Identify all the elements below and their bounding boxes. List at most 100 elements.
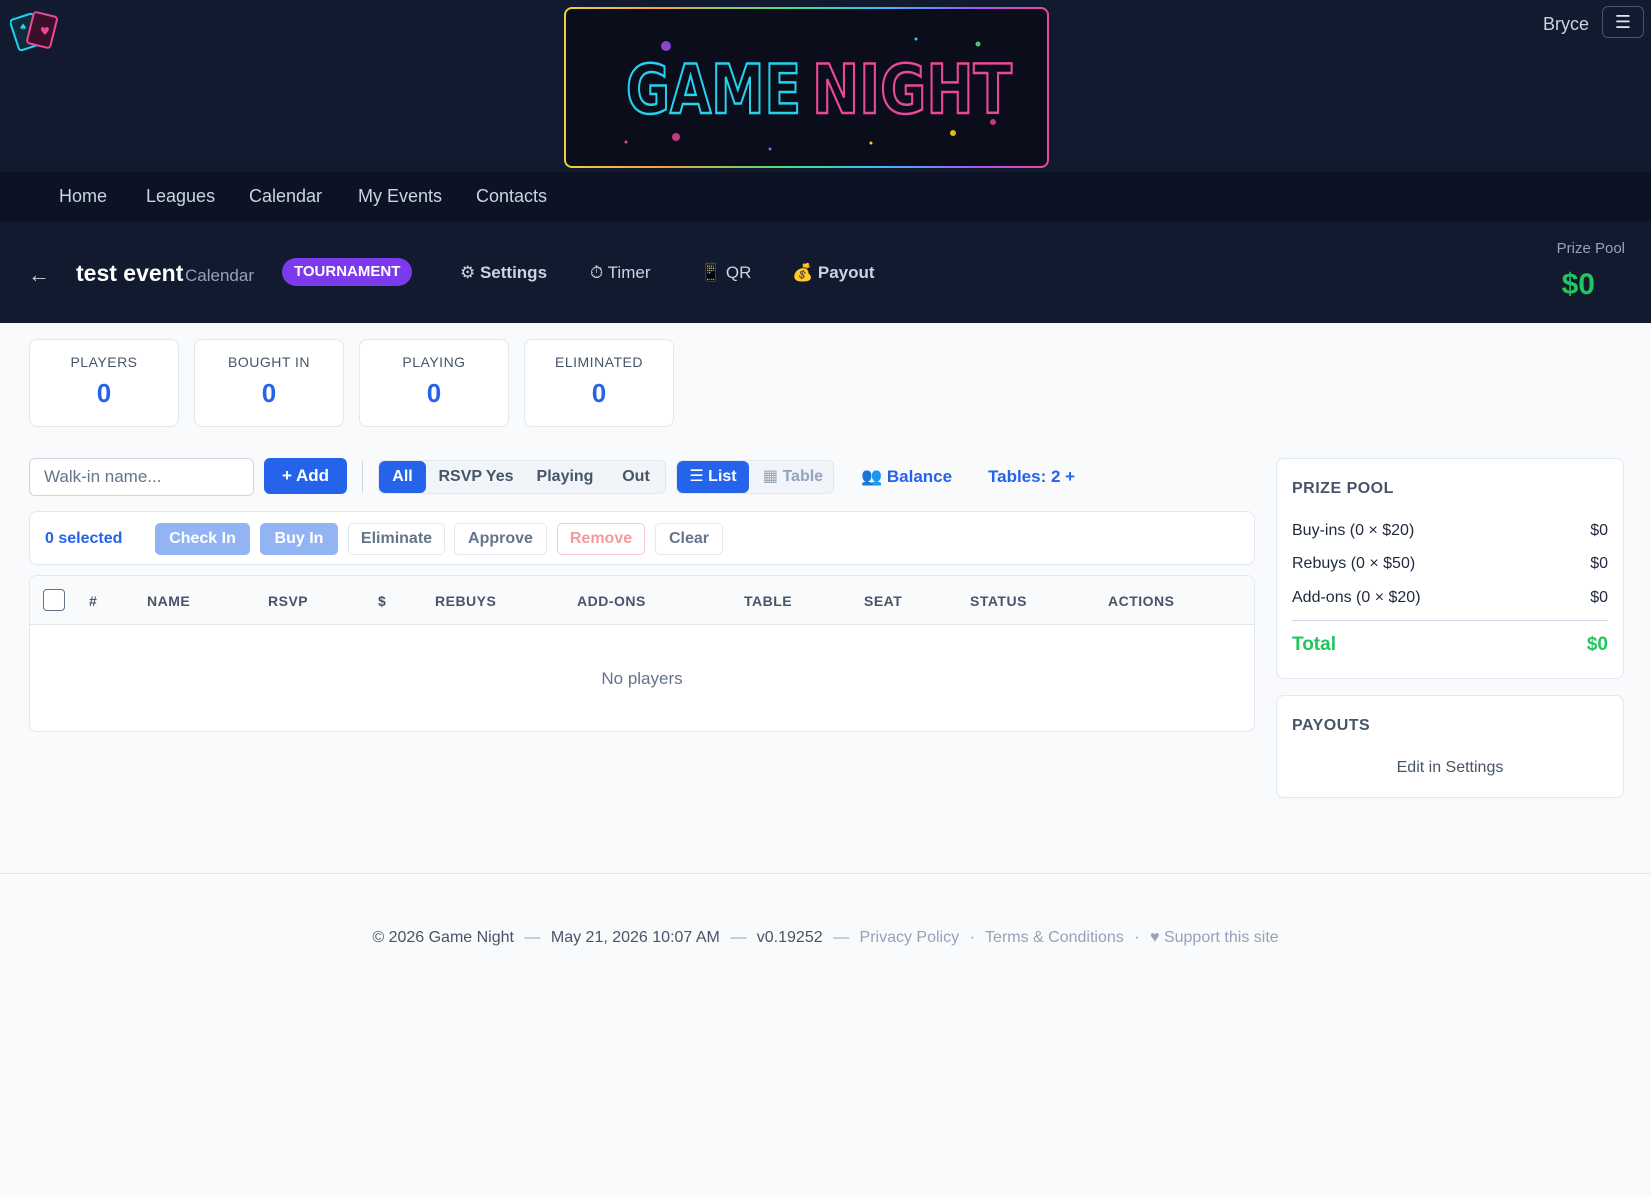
filter-group: All RSVP Yes Playing Out <box>378 460 666 494</box>
row-label: Add-ons (0 × $20) <box>1292 589 1421 606</box>
timer-button[interactable]: ⏱ Timer <box>590 263 650 283</box>
nav-my-events[interactable]: My Events <box>358 186 442 207</box>
table-header: # NAME RSVP $ REBUYS ADD-ONS TABLE SEAT … <box>30 576 1254 625</box>
stat-eliminated: ELIMINATED 0 <box>524 339 674 427</box>
prize-pool-value: $0 <box>1561 268 1595 301</box>
prize-pool-title: PRIZE POOL <box>1292 480 1394 497</box>
filter-rsvp-yes[interactable]: RSVP Yes <box>432 461 520 493</box>
row-amount: $0 <box>1590 555 1608 572</box>
rebuys-row: Rebuys (0 × $50) $0 <box>1292 555 1608 573</box>
stat-value: 0 <box>96 378 112 408</box>
payout-button[interactable]: 💰 Payout <box>792 263 875 283</box>
back-arrow-icon[interactable]: ← <box>28 262 50 288</box>
nav-leagues[interactable]: Leagues <box>146 186 215 207</box>
filter-playing[interactable]: Playing <box>525 461 605 493</box>
svg-text:♥: ♥ <box>40 25 50 38</box>
col-number[interactable]: # <box>89 593 97 609</box>
total-row: Total $0 <box>1292 634 1608 656</box>
row-label: Buy-ins (0 × $20) <box>1292 522 1415 539</box>
terms-link[interactable]: Terms & Conditions <box>985 929 1124 946</box>
col-actions: ACTIONS <box>1108 593 1175 609</box>
nav-contacts[interactable]: Contacts <box>476 186 547 207</box>
stat-label: PLAYERS <box>70 354 138 370</box>
col-status[interactable]: STATUS <box>970 593 1027 609</box>
filter-out[interactable]: Out <box>610 461 662 493</box>
footer-separator: — <box>833 929 850 946</box>
view-table-button[interactable]: ▦ Table <box>755 461 831 493</box>
selected-count: 0 selected <box>45 530 123 547</box>
hamburger-menu-icon[interactable]: ☰ <box>1602 6 1644 38</box>
footer-divider <box>0 873 1651 874</box>
divider <box>1292 620 1608 621</box>
settings-button[interactable]: ⚙ Settings <box>460 263 547 283</box>
row-amount: $0 <box>1590 522 1608 539</box>
playing-cards-icon[interactable]: ♥ ♠ <box>9 8 62 54</box>
privacy-policy-link[interactable]: Privacy Policy <box>860 929 960 946</box>
footer: © 2026 Game Night — May 21, 2026 10:07 A… <box>0 929 1651 947</box>
footer-separator: — <box>730 929 747 946</box>
stat-value: 0 <box>426 378 442 408</box>
prize-pool-card: PRIZE POOL Buy-ins (0 × $20) $0 Rebuys (… <box>1276 458 1624 679</box>
footer-dot: · <box>969 929 975 946</box>
event-title: test event <box>76 260 184 286</box>
view-list-button[interactable]: ☰ List <box>677 461 749 493</box>
support-link[interactable]: ♥ Support this site <box>1150 929 1279 946</box>
view-toggle: ☰ List ▦ Table <box>676 460 834 494</box>
payouts-title: PAYOUTS <box>1292 717 1371 734</box>
stat-label: PLAYING <box>402 354 466 370</box>
footer-datetime: May 21, 2026 10:07 AM <box>550 929 720 946</box>
col-rebuys[interactable]: REBUYS <box>435 593 496 609</box>
user-name[interactable]: Bryce <box>1543 14 1589 35</box>
stat-value: 0 <box>261 378 277 408</box>
svg-text:♠: ♠ <box>19 23 27 33</box>
stat-players: PLAYERS 0 <box>29 339 179 427</box>
qr-button[interactable]: 📱 QR <box>700 263 751 283</box>
players-table: # NAME RSVP $ REBUYS ADD-ONS TABLE SEAT … <box>29 575 1255 732</box>
footer-separator: — <box>524 929 541 946</box>
tournament-badge: TOURNAMENT <box>282 258 413 286</box>
event-header: ← test event Calendar TOURNAMENT ⚙ Setti… <box>0 222 1651 323</box>
walk-in-name-input[interactable] <box>29 458 254 496</box>
buy-ins-row: Buy-ins (0 × $20) $0 <box>1292 522 1608 540</box>
event-subtitle[interactable]: Calendar <box>185 266 254 286</box>
col-add-ons[interactable]: ADD-ONS <box>577 593 646 609</box>
col-seat[interactable]: SEAT <box>864 593 902 609</box>
col-name[interactable]: NAME <box>147 593 190 609</box>
balance-button[interactable]: 👥 Balance <box>861 467 952 487</box>
empty-state-text: No players <box>601 669 683 688</box>
filter-all[interactable]: All <box>379 461 426 493</box>
approve-button[interactable]: Approve <box>454 523 547 555</box>
total-label: Total <box>1292 634 1336 655</box>
footer-version: v0.19252 <box>756 929 823 946</box>
nav-home[interactable]: Home <box>59 186 107 207</box>
total-amount: $0 <box>1586 634 1608 655</box>
clear-button[interactable]: Clear <box>655 523 723 555</box>
add-ons-row: Add-ons (0 × $20) $0 <box>1292 589 1608 607</box>
tables-count-button[interactable]: Tables: 2 + <box>988 467 1075 487</box>
edit-in-settings-link[interactable]: Edit in Settings <box>1277 759 1623 777</box>
footer-copyright: © 2026 Game Night <box>372 929 514 946</box>
check-in-button[interactable]: Check In <box>155 523 250 555</box>
eliminate-button[interactable]: Eliminate <box>348 523 445 555</box>
stat-playing: PLAYING 0 <box>359 339 509 427</box>
add-walk-in-button[interactable]: + Add <box>264 458 347 494</box>
banner-text-night: NIGHT <box>812 51 1013 130</box>
stat-value: 0 <box>591 378 607 408</box>
col-table[interactable]: TABLE <box>744 593 792 609</box>
bulk-actions-bar: 0 selected Check In Buy In Eliminate App… <box>29 511 1255 565</box>
stat-label: BOUGHT IN <box>227 354 311 370</box>
select-all-checkbox[interactable] <box>43 589 65 611</box>
col-rsvp[interactable]: RSVP <box>268 593 308 609</box>
footer-dot: · <box>1134 929 1140 946</box>
payouts-card: PAYOUTS Edit in Settings <box>1276 695 1624 798</box>
remove-button[interactable]: Remove <box>557 523 645 555</box>
nav-calendar[interactable]: Calendar <box>249 186 322 207</box>
toolbar-divider <box>362 461 363 493</box>
stat-label: ELIMINATED <box>555 354 643 370</box>
banner-text-game: GAME <box>626 51 801 130</box>
game-night-banner: GAME NIGHT <box>564 7 1049 168</box>
col-amount[interactable]: $ <box>378 593 386 609</box>
buy-in-button[interactable]: Buy In <box>260 523 338 555</box>
row-label: Rebuys (0 × $50) <box>1292 555 1416 572</box>
row-amount: $0 <box>1590 589 1608 606</box>
